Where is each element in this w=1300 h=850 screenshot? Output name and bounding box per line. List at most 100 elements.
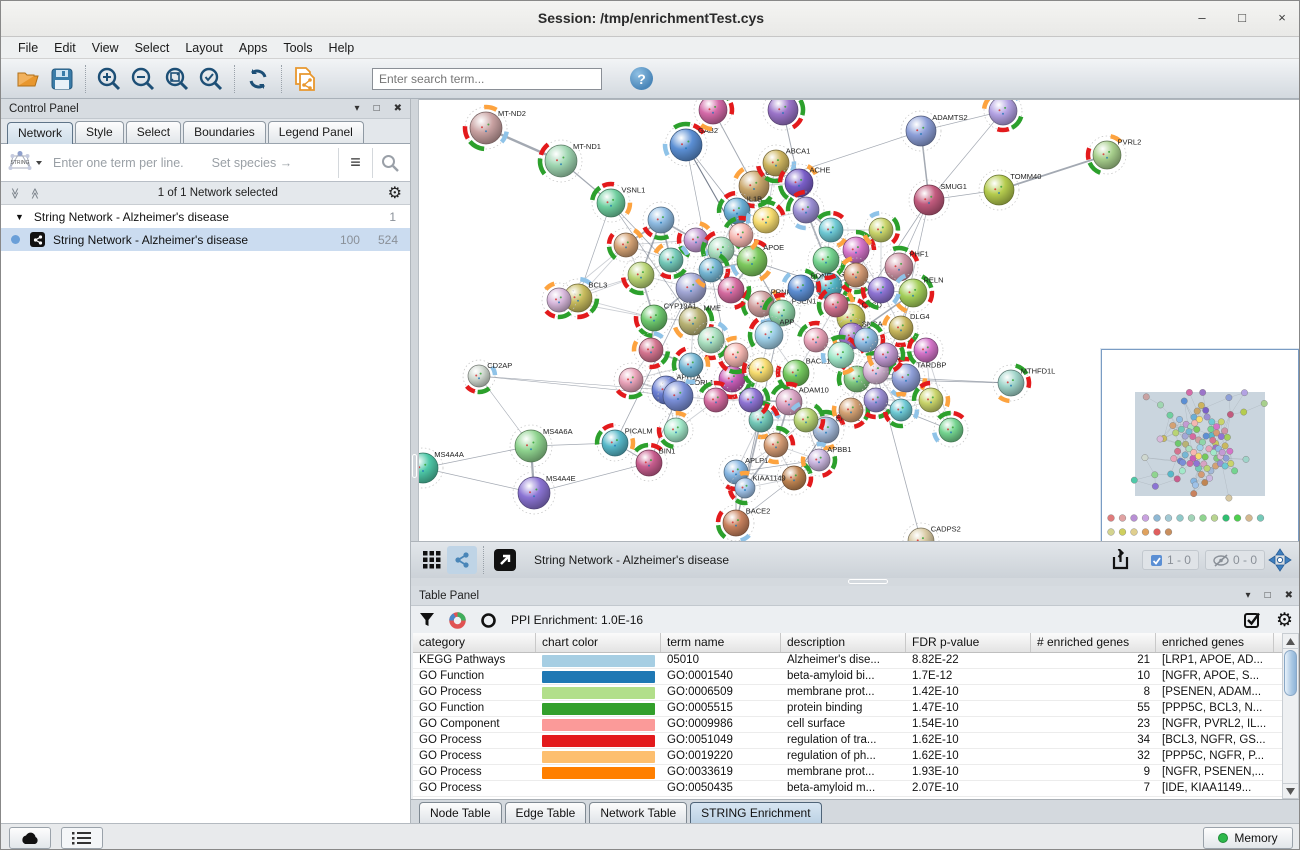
network-node[interactable] <box>609 228 643 262</box>
menu-file[interactable]: File <box>11 39 45 57</box>
scroll-down-arrow[interactable] <box>1283 783 1298 798</box>
tab-edge-table[interactable]: Edge Table <box>505 802 587 823</box>
network-node[interactable] <box>542 283 576 317</box>
network-node[interactable] <box>799 323 833 357</box>
expand-all-icon[interactable]: ≪ <box>28 187 41 199</box>
ring-button[interactable] <box>480 612 497 629</box>
network-node[interactable] <box>819 288 853 322</box>
save-session-button[interactable] <box>45 63 79 95</box>
network-node[interactable]: MS4A4E <box>513 472 576 514</box>
select-rows-button[interactable] <box>1244 611 1262 629</box>
cloud-button[interactable] <box>9 827 51 849</box>
network-node[interactable] <box>719 338 753 372</box>
network-node[interactable]: SMUG1 <box>909 180 967 220</box>
chart-button[interactable] <box>449 612 466 629</box>
network-node[interactable] <box>699 383 733 417</box>
column-header[interactable]: chart color <box>536 633 661 652</box>
network-options-gear-icon[interactable]: ⚙ <box>388 183 402 203</box>
column-header[interactable]: # enriched genes <box>1031 633 1156 652</box>
network-node[interactable] <box>614 363 648 397</box>
tab-style[interactable]: Style <box>75 121 124 143</box>
network-node[interactable] <box>934 413 968 447</box>
network-view-button[interactable] <box>447 546 477 574</box>
column-header[interactable]: category <box>413 633 536 652</box>
network-node[interactable]: RELN <box>894 274 944 312</box>
panel-float-icon[interactable]: □ <box>374 103 380 114</box>
maximize-button[interactable]: □ <box>1233 8 1251 28</box>
network-node[interactable]: BACE2 <box>718 505 770 541</box>
menu-apps[interactable]: Apps <box>232 39 275 57</box>
minimize-button[interactable]: – <box>1193 8 1211 28</box>
string-search-button[interactable] <box>372 148 406 178</box>
network-node[interactable] <box>984 100 1022 130</box>
tab-network-table[interactable]: Network Table <box>589 802 687 823</box>
network-node[interactable] <box>623 257 659 293</box>
zoom-fit-button[interactable] <box>160 63 194 95</box>
network-node[interactable] <box>659 413 693 447</box>
network-node[interactable]: ACHE <box>780 164 830 202</box>
zoom-in-button[interactable] <box>92 63 126 95</box>
scroll-up-arrow[interactable] <box>1283 634 1298 649</box>
filter-button[interactable] <box>419 612 435 628</box>
network-node[interactable]: MTHFD1L <box>993 365 1055 401</box>
network-node[interactable]: MS4A6A <box>510 425 573 467</box>
network-node[interactable]: BIN1 <box>631 445 675 481</box>
table-row[interactable]: GO ProcessGO:0050435beta-amyloid m...2.0… <box>413 781 1282 797</box>
network-node[interactable] <box>744 353 778 387</box>
network-node[interactable]: CADPS2 <box>903 523 961 541</box>
tab-string-enrichment[interactable]: STRING Enrichment <box>690 802 821 823</box>
network-node[interactable] <box>694 100 732 129</box>
network-node[interactable] <box>788 192 824 228</box>
grid-view-button[interactable] <box>417 546 447 574</box>
tree-expander-icon[interactable]: ▼ <box>15 212 24 222</box>
network-node[interactable] <box>634 333 668 367</box>
help-button[interactable]: ? <box>630 67 653 90</box>
network-node[interactable]: APP <box>750 316 795 354</box>
search-input[interactable] <box>372 68 602 90</box>
menu-view[interactable]: View <box>85 39 126 57</box>
zoom-selected-button[interactable] <box>194 63 228 95</box>
panel-splitter-vertical[interactable] <box>411 99 419 541</box>
table-row[interactable]: GO ComponentGO:0009986cell surface1.54E-… <box>413 717 1282 733</box>
network-canvas[interactable]: MT-ND2MT-ND1VSNL1GAB2ADAMTS2PVRL2TOMM40S… <box>411 99 1300 541</box>
table-row[interactable]: GO ProcessGO:0006509membrane prot...1.42… <box>413 685 1282 701</box>
network-node[interactable] <box>864 213 898 247</box>
network-collection-row[interactable]: ▼ String Network - Alzheimer's disease 1 <box>1 205 410 228</box>
tab-select[interactable]: Select <box>126 121 181 143</box>
network-node[interactable]: CD2AP <box>463 360 512 392</box>
table-row[interactable]: GO ProcessGO:0051049regulation of tra...… <box>413 733 1282 749</box>
column-header[interactable]: term name <box>661 633 781 652</box>
network-node[interactable]: MT-ND1 <box>540 140 601 182</box>
tab-network[interactable]: Network <box>7 122 73 144</box>
network-node[interactable] <box>763 100 803 130</box>
table-row[interactable]: GO FunctionGO:0005515protein binding1.47… <box>413 701 1282 717</box>
network-row[interactable]: String Network - Alzheimer's disease 100… <box>1 228 410 251</box>
open-file-button[interactable] <box>11 63 45 95</box>
network-node[interactable] <box>789 403 823 437</box>
panel-close-icon[interactable]: ✖ <box>394 103 402 114</box>
birds-eye-view[interactable] <box>1101 349 1299 541</box>
column-header[interactable]: FDR p-value <box>906 633 1031 652</box>
menu-select[interactable]: Select <box>128 39 177 57</box>
network-node[interactable]: TOMM40 <box>979 170 1041 210</box>
menu-edit[interactable]: Edit <box>47 39 83 57</box>
export-network-button[interactable] <box>1106 546 1136 574</box>
close-button[interactable]: × <box>1273 8 1291 28</box>
refresh-button[interactable] <box>241 63 275 95</box>
panel-float-icon[interactable]: □ <box>1265 590 1271 601</box>
table-row[interactable]: GO ProcessGO:0019220regulation of ph...1… <box>413 749 1282 765</box>
memory-button[interactable]: Memory <box>1203 827 1293 849</box>
table-row[interactable]: GO ProcessGO:0033619membrane prot...1.93… <box>413 765 1282 781</box>
navigator-button[interactable] <box>1265 546 1295 574</box>
table-settings-gear-icon[interactable]: ⚙ <box>1276 609 1293 632</box>
clone-network-button[interactable] <box>288 63 322 95</box>
collapse-all-icon[interactable]: ≪ <box>8 187 21 199</box>
table-row[interactable]: KEGG Pathways05010Alzheimer's dise...8.8… <box>413 653 1282 669</box>
column-header[interactable]: enriched genes <box>1156 633 1274 652</box>
network-node[interactable] <box>839 258 873 292</box>
menu-tools[interactable]: Tools <box>276 39 319 57</box>
task-list-button[interactable] <box>61 827 103 849</box>
network-node[interactable]: ADAMTS2 <box>901 111 968 151</box>
panel-splitter-horizontal[interactable] <box>411 578 1300 586</box>
menu-help[interactable]: Help <box>322 39 362 57</box>
